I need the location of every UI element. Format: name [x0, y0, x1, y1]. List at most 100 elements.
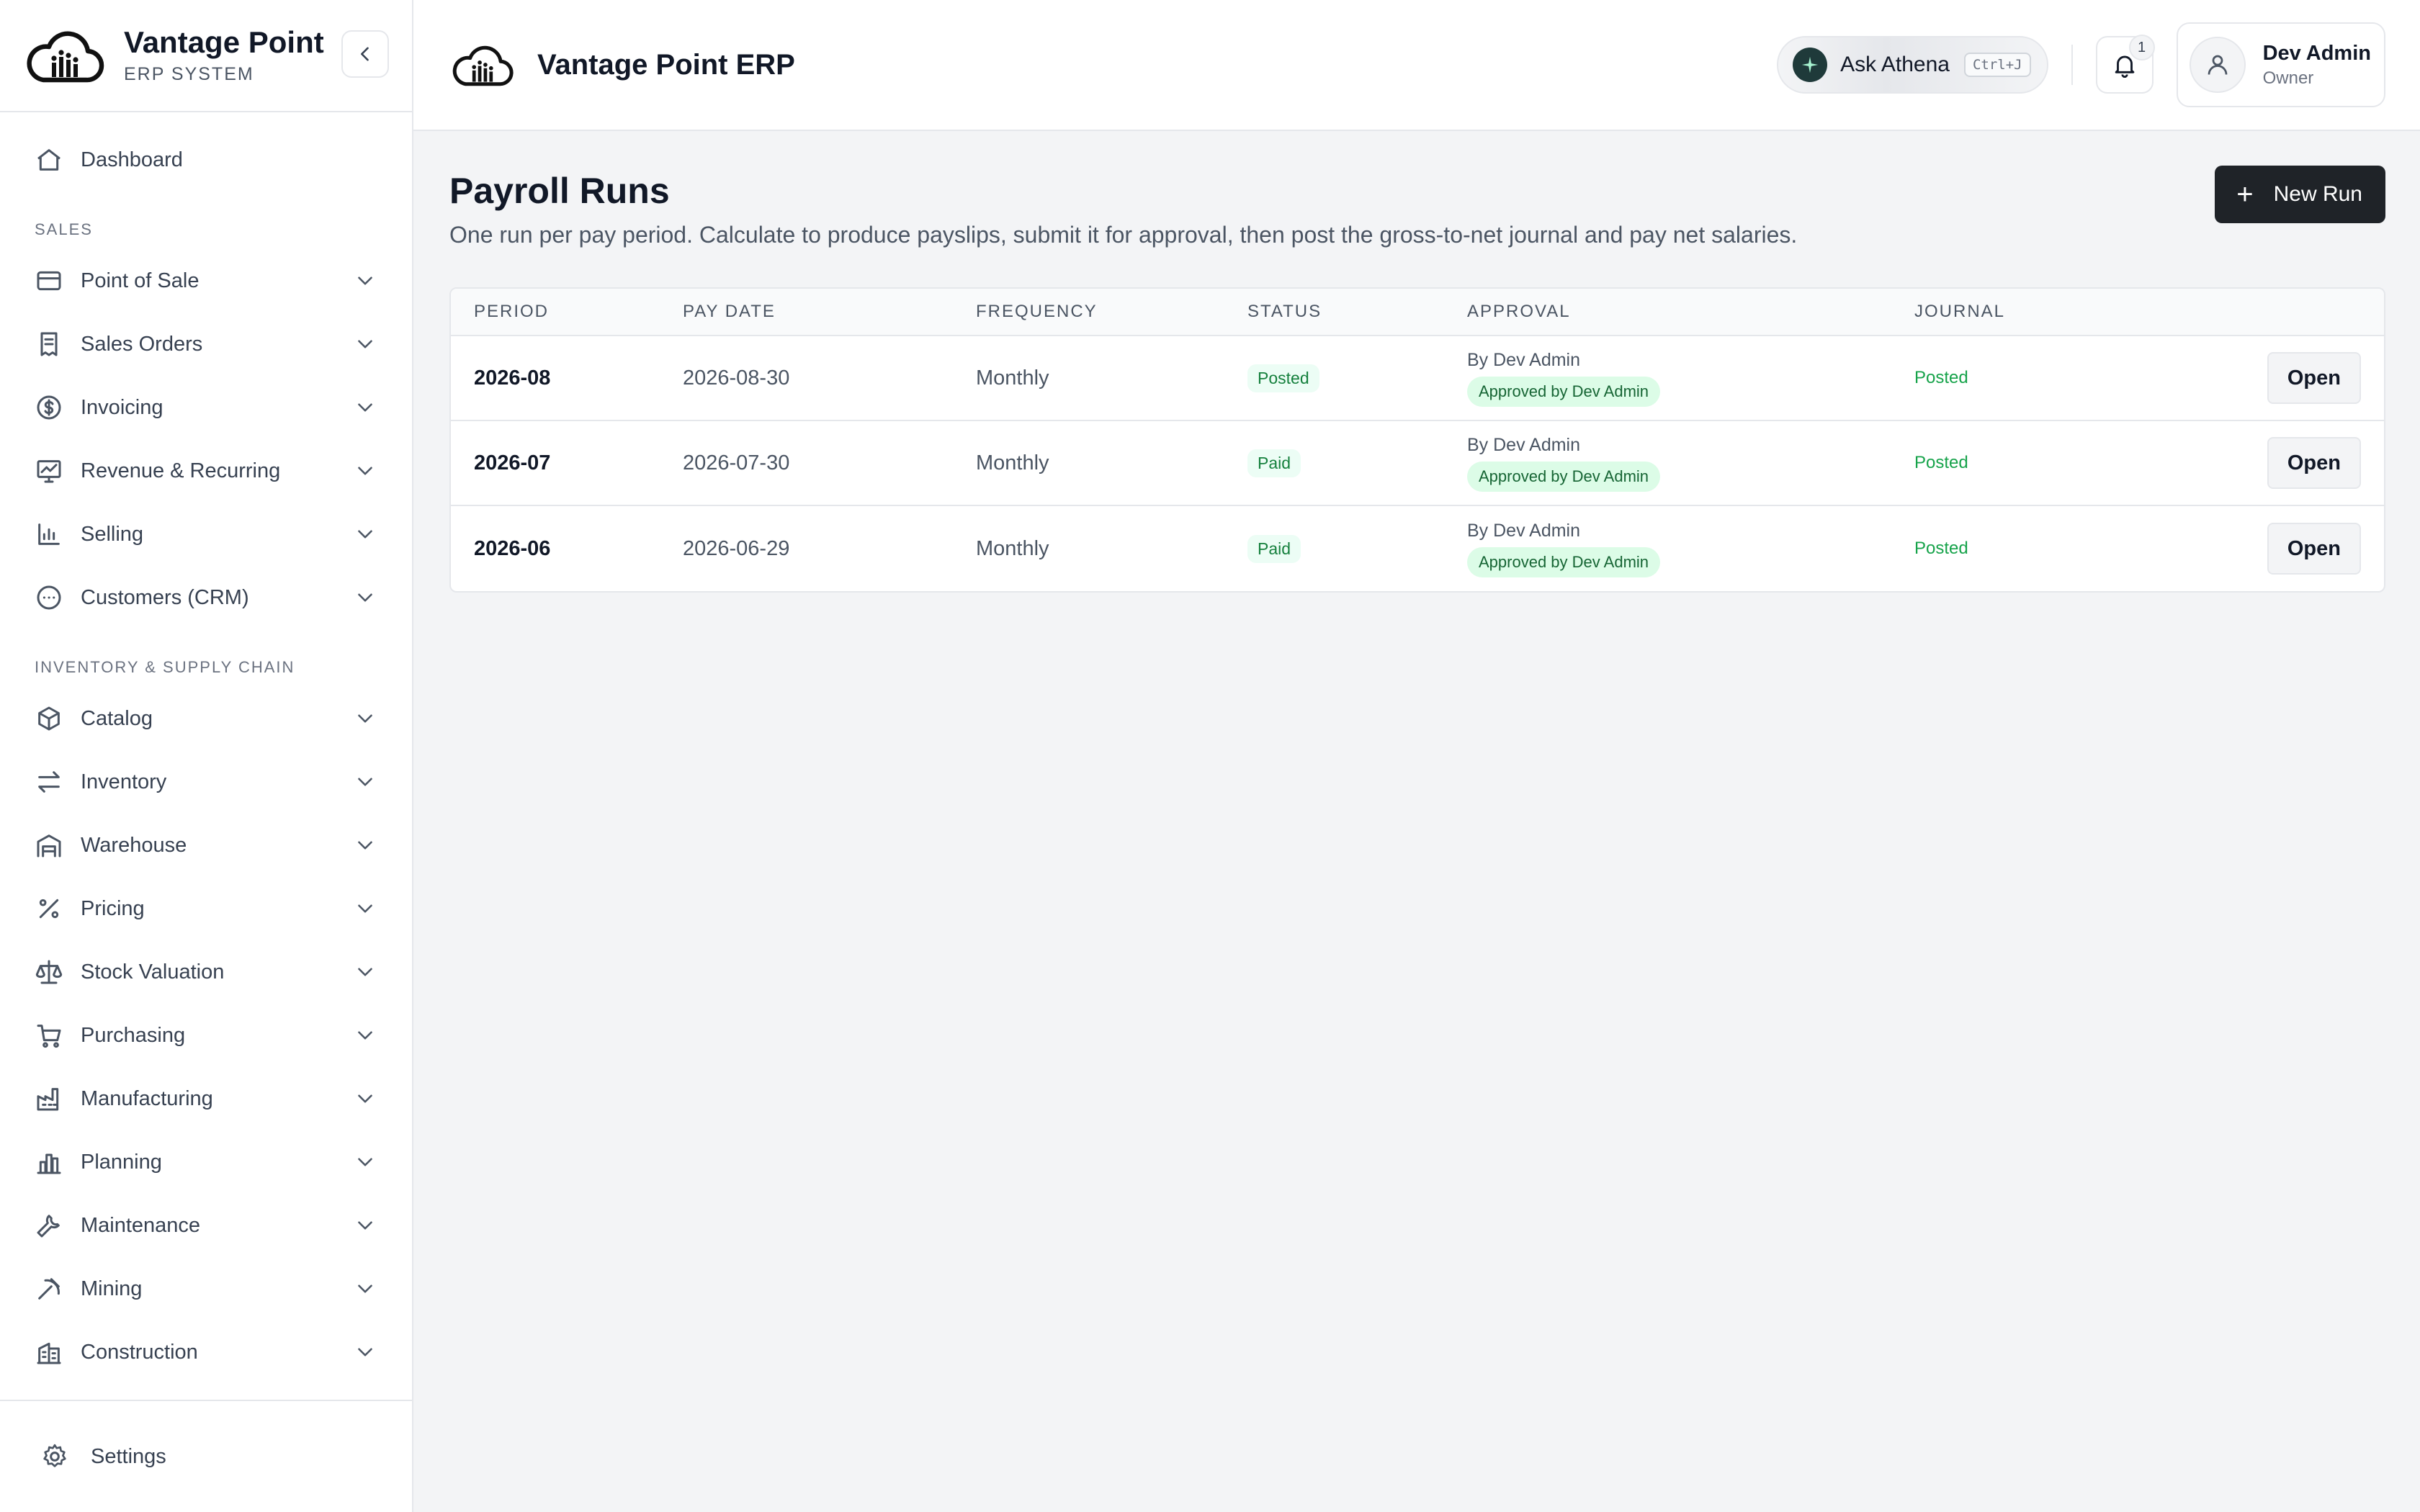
- open-run-button[interactable]: Open: [2267, 437, 2361, 489]
- ask-athena-button[interactable]: Ask Athena Ctrl+J: [1777, 36, 2048, 94]
- sidebar-item-label: Settings: [91, 1444, 166, 1468]
- factory-icon: [37, 1088, 59, 1111]
- column-header-journal[interactable]: JOURNAL: [1914, 302, 2240, 322]
- sidebar-item-pricing[interactable]: Pricing: [0, 877, 412, 940]
- sidebar-item-point-of-sale[interactable]: Point of Sale: [0, 249, 412, 312]
- user-role: Owner: [2262, 68, 2314, 88]
- chevron-down-icon: [358, 340, 372, 348]
- table-row[interactable]: 2026-07 2026-07-30 Monthly Paid By Dev Admin…: [451, 421, 2384, 506]
- approval-badge: Approved by Dev Admin: [1467, 376, 1661, 407]
- chevron-down-icon: [358, 1221, 372, 1230]
- trend-icon: [37, 460, 61, 483]
- sidebar-item-selling[interactable]: Selling: [0, 503, 412, 566]
- sidebar-item-construction[interactable]: Construction: [0, 1320, 412, 1384]
- status-badge: Paid: [1247, 534, 1301, 563]
- sidebar-header: Vantage Point ERP SYSTEM: [0, 0, 412, 112]
- journal-status: Posted: [1914, 539, 1968, 558]
- period-cell: 2026-07: [474, 451, 551, 474]
- column-header-status[interactable]: STATUS: [1247, 302, 1467, 322]
- sidebar-item-label: Customers (CRM): [81, 585, 249, 609]
- chevron-down-icon: [358, 1094, 372, 1103]
- sidebar-item-revenue-recurring[interactable]: Revenue & Recurring: [0, 439, 412, 503]
- sidebar-item-label: Dashboard: [81, 148, 183, 171]
- percent-icon: [39, 899, 59, 919]
- sidebar-item-invoicing[interactable]: Invoicing: [0, 376, 412, 439]
- cloud-logo-icon: [27, 31, 104, 83]
- card-icon: [37, 271, 61, 291]
- sidebar-item-dashboard[interactable]: Dashboard: [0, 128, 412, 192]
- chevron-down-icon: [358, 403, 372, 412]
- sidebar-item-planning[interactable]: Planning: [0, 1130, 412, 1194]
- plus-icon: +: [2236, 179, 2254, 210]
- sidebar-item-customers-crm[interactable]: Customers (CRM): [0, 566, 412, 629]
- frequency-cell: Monthly: [976, 451, 1049, 474]
- period-cell: 2026-06: [474, 536, 551, 560]
- box-icon: [38, 706, 60, 731]
- column-header-frequency[interactable]: FREQUENCY: [976, 302, 1247, 322]
- sidebar-item-label: Manufacturing: [81, 1086, 213, 1110]
- journal-status: Posted: [1914, 453, 1968, 472]
- keyboard-shortcut: Ctrl+J: [1963, 53, 2031, 77]
- open-run-button[interactable]: Open: [2267, 523, 2361, 575]
- sidebar-item-sales-orders[interactable]: Sales Orders: [0, 312, 412, 376]
- sidebar-item-purchasing[interactable]: Purchasing: [0, 1004, 412, 1067]
- sidebar-item-label: Catalog: [81, 706, 153, 730]
- approval-by: By Dev Admin: [1467, 434, 1581, 455]
- gear-icon: [43, 1444, 66, 1467]
- sidebar-item-label: Sales Orders: [81, 332, 203, 356]
- chevron-down-icon: [358, 968, 372, 976]
- sidebar-item-settings[interactable]: Settings: [0, 1400, 412, 1512]
- pay-date-cell: 2026-07-30: [683, 451, 790, 474]
- pay-date-cell: 2026-06-29: [683, 536, 790, 560]
- columns-icon: [37, 1153, 61, 1174]
- sidebar-item-maintenance[interactable]: Maintenance: [0, 1194, 412, 1257]
- chevron-down-icon: [358, 1158, 372, 1166]
- sparkle-icon: [1793, 48, 1828, 82]
- home-icon: [37, 149, 60, 171]
- payroll-runs-table: PERIOD PAY DATE FREQUENCY STATUS APPROVA…: [449, 287, 2385, 593]
- sidebar-item-label: Planning: [81, 1150, 162, 1174]
- user-menu[interactable]: Dev Admin Owner: [2176, 22, 2385, 107]
- sidebar-item-inventory[interactable]: Inventory: [0, 750, 412, 814]
- column-header-period[interactable]: PERIOD: [451, 302, 683, 322]
- column-header-approval[interactable]: APPROVAL: [1467, 302, 1914, 322]
- sidebar: Vantage Point ERP SYSTEM Dashboard SALES…: [0, 0, 413, 1512]
- sidebar-item-warehouse[interactable]: Warehouse: [0, 814, 412, 877]
- app-title: Vantage Point ERP: [537, 48, 795, 81]
- cart-icon: [37, 1025, 61, 1048]
- journal-status: Posted: [1914, 368, 1968, 387]
- open-run-button[interactable]: Open: [2267, 352, 2361, 404]
- page-title: Payroll Runs: [449, 171, 670, 211]
- page-header: Payroll Runs One run per pay period. Cal…: [449, 166, 2385, 248]
- sidebar-item-label: Stock Valuation: [81, 960, 225, 984]
- dollar-icon: [37, 395, 61, 420]
- collapse-sidebar-button[interactable]: [341, 30, 389, 78]
- table-row[interactable]: 2026-06 2026-06-29 Monthly Paid By Dev Admin…: [451, 506, 2384, 591]
- chevron-down-icon: [358, 276, 372, 285]
- new-run-button[interactable]: + New Run: [2215, 166, 2385, 223]
- frequency-cell: Monthly: [976, 536, 1049, 560]
- table-header: PERIOD PAY DATE FREQUENCY STATUS APPROVA…: [451, 289, 2384, 336]
- wrench-icon: [37, 1215, 60, 1238]
- status-badge: Posted: [1247, 364, 1319, 392]
- brand-subtitle: ERP SYSTEM: [124, 63, 254, 84]
- page-content: Payroll Runs One run per pay period. Cal…: [413, 131, 2420, 593]
- arrows-icon: [38, 771, 60, 793]
- chevron-down-icon: [358, 1031, 372, 1040]
- table-body: 2026-08 2026-08-30 Monthly Posted By Dev Adm…: [451, 336, 2384, 591]
- sidebar-item-label: Point of Sale: [81, 269, 200, 292]
- column-header-pay-date[interactable]: PAY DATE: [683, 302, 976, 322]
- sidebar-item-label: Purchasing: [81, 1023, 186, 1047]
- sidebar-item-catalog[interactable]: Catalog: [0, 687, 412, 750]
- sidebar-item-manufacturing[interactable]: Manufacturing: [0, 1067, 412, 1130]
- sidebar-item-mining[interactable]: Mining: [0, 1257, 412, 1320]
- bar-chart-icon: [38, 523, 60, 545]
- notifications-button[interactable]: 1: [2095, 35, 2155, 94]
- sidebar-item-label: Inventory: [81, 770, 167, 793]
- sidebar-item-label: Invoicing: [81, 395, 163, 419]
- table-row[interactable]: 2026-08 2026-08-30 Monthly Posted By Dev Adm…: [451, 336, 2384, 421]
- status-badge: Paid: [1247, 449, 1301, 477]
- sidebar-item-stock-valuation[interactable]: Stock Valuation: [0, 940, 412, 1004]
- receipt-icon: [40, 332, 58, 356]
- sidebar-item-label: Construction: [81, 1340, 198, 1364]
